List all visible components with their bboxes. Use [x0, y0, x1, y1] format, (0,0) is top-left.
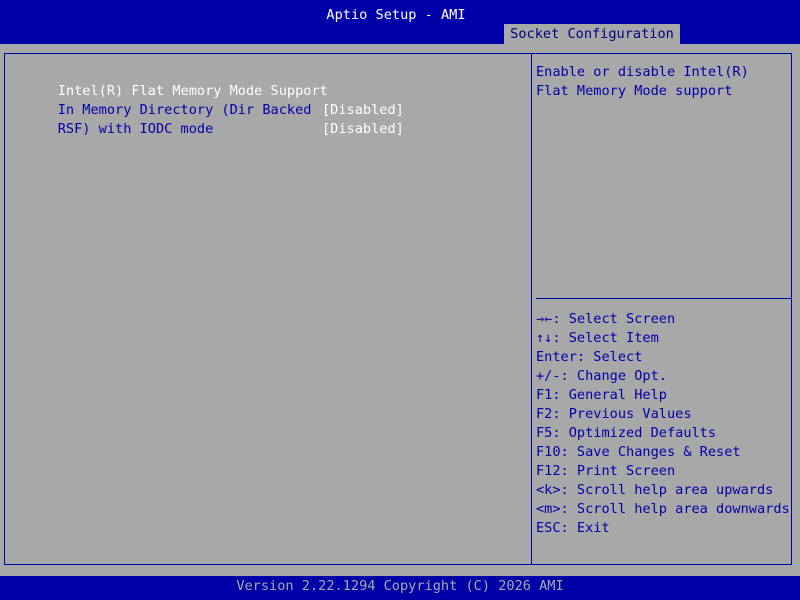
title-bar: Aptio Setup - AMI Socket Configuration [0, 0, 800, 44]
key-scroll-down: <m>: Scroll help area downwards [536, 501, 790, 517]
key-exit: ESC: Exit [536, 520, 610, 536]
help-line: Flat Memory Mode support [536, 83, 733, 99]
tab-socket-configuration[interactable]: Socket Configuration [504, 24, 680, 44]
key-print-screen: F12: Print Screen [536, 463, 676, 479]
setting-value[interactable]: [Disabled] [322, 101, 404, 120]
version-text: Version 2.22.1294 Copyright (C) 2026 AMI [236, 578, 564, 594]
key-legend: →←: Select Screen ↑↓: Select Item Enter:… [536, 310, 792, 538]
key-save-reset: F10: Save Changes & Reset [536, 444, 741, 460]
setting-label-line2: RSF) with IODC mode [57, 121, 214, 137]
key-change-opt: +/-: Change Opt. [536, 368, 667, 384]
footer-bar: Version 2.22.1294 Copyright (C) 2026 AMI [0, 576, 800, 600]
help-divider [536, 298, 792, 299]
key-enter-select: Enter: Select [536, 349, 643, 365]
app-title: Aptio Setup - AMI [326, 7, 466, 23]
help-line: Enable or disable Intel(R) [536, 64, 749, 80]
key-general-help: F1: General Help [536, 387, 667, 403]
key-scroll-up: <k>: Scroll help area upwards [536, 482, 774, 498]
key-select-screen: →←: Select Screen [536, 311, 676, 327]
key-optimized-defaults: F5: Optimized Defaults [536, 425, 717, 441]
setting-value[interactable]: [Disabled] [322, 120, 404, 139]
key-select-item: ↑↓: Select Item [536, 330, 659, 346]
help-text: Enable or disable Intel(R) Flat Memory Mo… [536, 63, 792, 101]
main-panel: Intel(R) Flat Memory Mode Support [Disab… [0, 44, 800, 576]
panel-divider [531, 53, 532, 565]
key-previous-values: F2: Previous Values [536, 406, 692, 422]
setting-dir-backed-rsf-continued[interactable]: RSF) with IODC mode [25, 101, 315, 158]
